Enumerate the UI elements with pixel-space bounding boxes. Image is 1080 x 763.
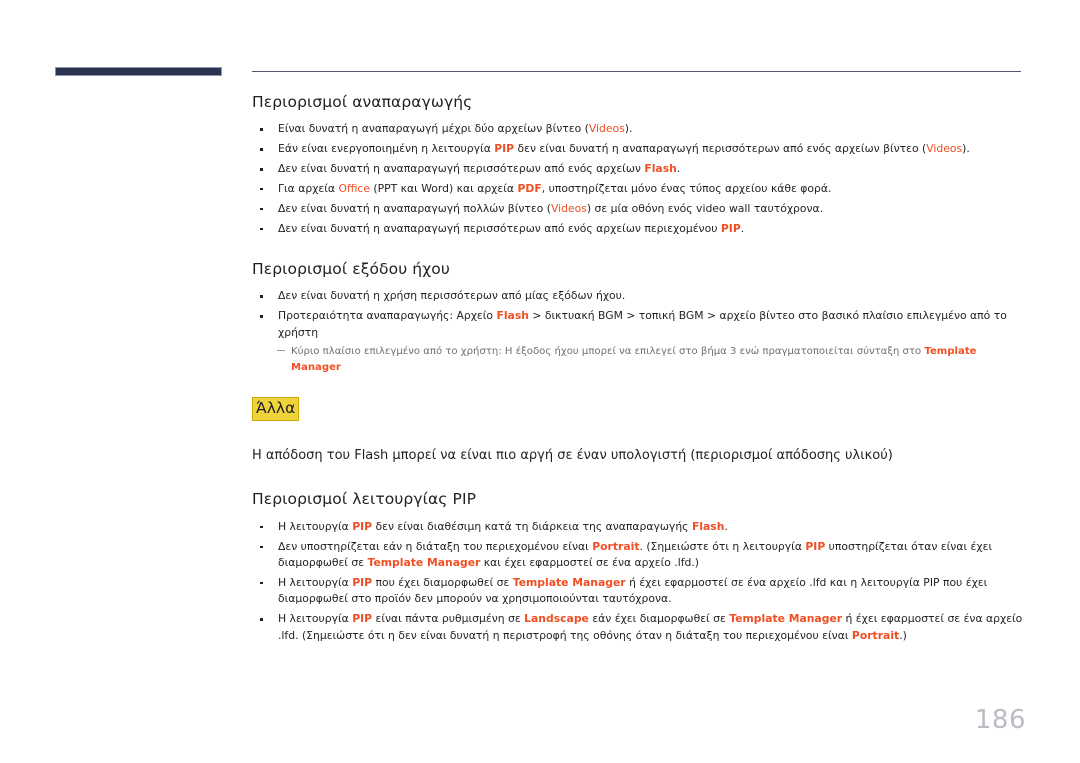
paragraph-flash-performance: Η απόδοση του Flash μπορεί να είναι πιο … [252, 447, 893, 463]
emphasis-text: PIP [720, 221, 741, 235]
bullet-list-pip-limits: Η λειτουργία PIP δεν είναι διαθέσιμη κατ… [252, 519, 1027, 644]
bullet-dot-icon [260, 128, 263, 131]
emphasis-text: Flash [644, 161, 677, 175]
bullet-list-playback-limits: Είναι δυνατή η αναπαραγωγή μέχρι δύο αρχ… [252, 121, 1027, 237]
bullet-item: Η λειτουργία PIP που έχει διαμορφωθεί σε… [252, 575, 1027, 608]
bullet-list-audio-output-limits: Δεν είναι δυνατή η χρήση περισσότερων απ… [252, 288, 1027, 341]
emphasis-text: Template Manager [367, 555, 481, 569]
bullet-item-text: Δεν είναι δυνατή η αναπαραγωγή πολλών βί… [278, 201, 824, 215]
bullet-item-text: Είναι δυνατή η αναπαραγωγή μέχρι δύο αρχ… [278, 122, 633, 136]
emphasis-text: PDF [517, 181, 542, 195]
bullet-item-text: Η λειτουργία PIP είναι πάντα ρυθμισμένη … [278, 612, 1023, 642]
emphasis-text: Office [338, 181, 370, 195]
highlighted-heading-other: Άλλα [252, 396, 300, 421]
emphasis-text: PIP [494, 142, 515, 156]
bullet-item-text: Δεν είναι δυνατή η αναπαραγωγή περισσότε… [278, 161, 681, 175]
bullet-dot-icon [260, 148, 263, 151]
bullet-item: Δεν είναι δυνατή η αναπαραγωγή περισσότε… [252, 221, 1027, 237]
bullet-dot-icon [260, 227, 263, 231]
bullet-dot-icon [260, 581, 263, 585]
bullet-item: Εάν είναι ενεργοποιημένη η λειτουργία PI… [252, 141, 1027, 157]
emphasis-text: PIP [805, 539, 826, 553]
emphasis-text: Portrait [592, 539, 640, 553]
header-divider-line [252, 71, 1021, 72]
section-title-pip-limits: Περιορισμοί λειτουργίας PIP [252, 490, 477, 509]
bullet-item-text: Εάν είναι ενεργοποιημένη η λειτουργία PI… [278, 142, 970, 156]
emphasis-text: Videos [926, 142, 963, 156]
bullet-item: Είναι δυνατή η αναπαραγωγή μέχρι δύο αρχ… [252, 121, 1027, 137]
bullet-dot-icon [260, 168, 263, 171]
bullet-item: Για αρχεία Office (PPT και Word) και αρχ… [252, 181, 1027, 197]
bullet-dot-icon [260, 525, 263, 529]
emphasis-text: Flash [496, 309, 529, 323]
section-title-audio-output-limits: Περιορισμοί εξόδου ήχου [252, 260, 450, 279]
section-pip-limits: Περιορισμοί λειτουργίας PIP Η λειτουργία… [252, 489, 1027, 643]
document-content: Περιορισμοί αναπαραγωγής Είναι δυνατή η … [252, 92, 1027, 666]
emphasis-text: PIP [352, 612, 373, 626]
bullet-dot-icon [260, 187, 263, 191]
section-title-playback-limits: Περιορισμοί αναπαραγωγής [252, 93, 473, 111]
emphasis-text: Videos [550, 201, 587, 215]
bullet-item: Η λειτουργία PIP δεν είναι διαθέσιμη κατ… [252, 519, 1027, 535]
section-audio-output-limits: Περιορισμοί εξόδου ήχου Δεν είναι δυνατή… [252, 259, 1027, 375]
bullet-dot-icon [260, 207, 263, 211]
emphasis-text: Flash [691, 519, 725, 533]
emphasis-text: Videos [588, 122, 625, 136]
emphasis-text: PIP [352, 575, 373, 589]
header-accent-bar [55, 67, 222, 76]
bullet-item-text: Δεν υποστηρίζεται εάν η διάταξη του περι… [278, 539, 993, 569]
bullet-item-text: Για αρχεία Office (PPT και Word) και αρχ… [278, 181, 832, 195]
audio-output-subnote: Κύριο πλαίσιο επιλεγμένο από το χρήστη: … [252, 344, 1027, 374]
dash-marker-icon [277, 349, 285, 351]
bullet-dot-icon [260, 315, 263, 318]
bullet-item: Προτεραιότητα αναπαραγωγής: Αρχείο Flash… [252, 308, 1027, 341]
bullet-item: Δεν είναι δυνατή η αναπαραγωγή πολλών βί… [252, 201, 1027, 217]
emphasis-text: PIP [352, 519, 373, 533]
bullet-item-text: Δεν είναι δυνατή η χρήση περισσότερων απ… [278, 289, 626, 303]
emphasis-text: Portrait [851, 628, 900, 642]
bullet-dot-icon [260, 295, 263, 298]
bullet-item-text: Η λειτουργία PIP που έχει διαμορφωθεί σε… [278, 575, 988, 606]
page-header [0, 0, 1080, 80]
emphasis-text: Template Manager [729, 612, 843, 626]
emphasis-text: Landscape [524, 612, 589, 626]
bullet-item: Δεν είναι δυνατή η χρήση περισσότερων απ… [252, 288, 1027, 304]
emphasis-text: Template Manager [512, 575, 626, 589]
section-other-heading-wrap: Άλλα [252, 396, 1027, 421]
bullet-item: Δεν υποστηρίζεται εάν η διάταξη του περι… [252, 539, 1027, 572]
bullet-item: Δεν είναι δυνατή η αναπαραγωγή περισσότε… [252, 161, 1027, 177]
bullet-item: Η λειτουργία PIP είναι πάντα ρυθμισμένη … [252, 611, 1027, 644]
bullet-dot-icon [260, 618, 263, 621]
audio-output-subnote-text: Κύριο πλαίσιο επιλεγμένο από το χρήστη: … [291, 346, 977, 373]
section-playback-limits: Περιορισμοί αναπαραγωγής Είναι δυνατή η … [252, 92, 1027, 237]
page-number: 186 [974, 705, 1026, 735]
bullet-item-text: Η λειτουργία PIP δεν είναι διαθέσιμη κατ… [278, 519, 728, 533]
bullet-item-text: Προτεραιότητα αναπαραγωγής: Αρχείο Flash… [278, 309, 1007, 339]
bullet-item-text: Δεν είναι δυνατή η αναπαραγωγή περισσότε… [278, 221, 745, 235]
bullet-dot-icon [260, 545, 263, 549]
